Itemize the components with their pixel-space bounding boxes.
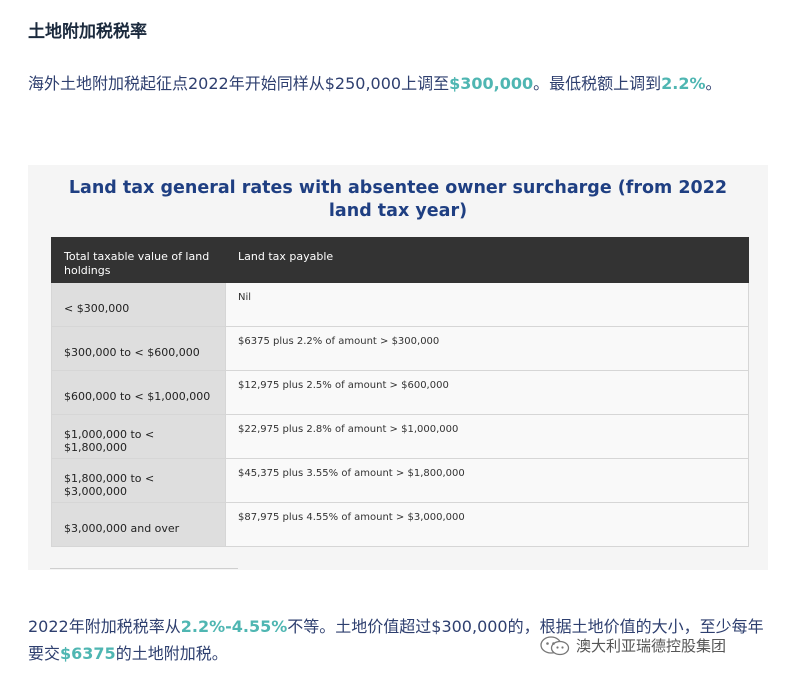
summary-text-pre: 2022年附加税税率从 [28, 617, 181, 636]
table-row: $300,000 to < $600,000 $6375 plus 2.2% o… [51, 326, 749, 371]
table-row: $1,000,000 to < $1,800,000 $22,975 plus … [51, 414, 749, 459]
payable-cell: $87,975 plus 4.55% of amount > $3,000,00… [225, 502, 749, 547]
payable-cell: $12,975 plus 2.5% of amount > $600,000 [225, 370, 749, 415]
table-row: $1,800,000 to < $3,000,000 $45,375 plus … [51, 458, 749, 503]
range-cell: < $300,000 [51, 282, 226, 327]
range-cell: $3,000,000 and over [51, 502, 226, 547]
header-taxable-value: Total taxable value of land holdings [51, 237, 226, 283]
table-header-row: Total taxable value of land holdings Lan… [51, 237, 749, 283]
surcharge-rate-range: 2.2%-4.55% [180, 617, 288, 636]
intro-paragraph: 海外土地附加税起征点2022年开始同样从$250,000上调至$300,000。… [28, 70, 768, 97]
card-divider [50, 568, 238, 569]
payable-cell: $22,975 plus 2.8% of amount > $1,000,000 [225, 414, 749, 459]
section-heading: 土地附加税税率 [28, 22, 147, 42]
range-cell: $600,000 to < $1,000,000 [51, 370, 226, 415]
wechat-watermark: 澳大利亚瑞德控股集团 [540, 635, 726, 656]
table-row: $600,000 to < $1,000,000 $12,975 plus 2.… [51, 370, 749, 415]
range-cell: $1,000,000 to < $1,800,000 [51, 414, 226, 459]
minimum-surcharge-amount: $6375 [60, 644, 116, 663]
watermark-text: 澳大利亚瑞德控股集团 [576, 637, 727, 655]
wechat-icon [540, 635, 570, 656]
range-cell: $300,000 to < $600,000 [51, 326, 226, 371]
minimum-rate: 2.2% [661, 74, 706, 93]
table-row: $3,000,000 and over $87,975 plus 4.55% o… [51, 502, 749, 547]
tax-rate-card: Land tax general rates with absentee own… [28, 165, 768, 570]
threshold-amount: $300,000 [449, 74, 534, 93]
summary-text-post: 的土地附加税。 [115, 644, 228, 663]
table-title: Land tax general rates with absentee own… [68, 178, 728, 221]
payable-cell: Nil [225, 282, 749, 327]
payable-cell: $45,375 plus 3.55% of amount > $1,800,00… [225, 458, 749, 503]
payable-cell: $6375 plus 2.2% of amount > $300,000 [225, 326, 749, 371]
tax-rate-table: Total taxable value of land holdings Lan… [51, 237, 749, 547]
intro-text-mid: 。最低税额上调到 [533, 74, 662, 93]
table-row: < $300,000 Nil [51, 282, 749, 327]
intro-text-post: 。 [705, 74, 722, 93]
intro-text-pre: 海外土地附加税起征点2022年开始同样从$250,000上调至 [28, 74, 450, 93]
article-page: 土地附加税税率 海外土地附加税起征点2022年开始同样从$250,000上调至$… [0, 0, 793, 680]
header-land-tax-payable: Land tax payable [225, 237, 749, 283]
range-cell: $1,800,000 to < $3,000,000 [51, 458, 226, 503]
